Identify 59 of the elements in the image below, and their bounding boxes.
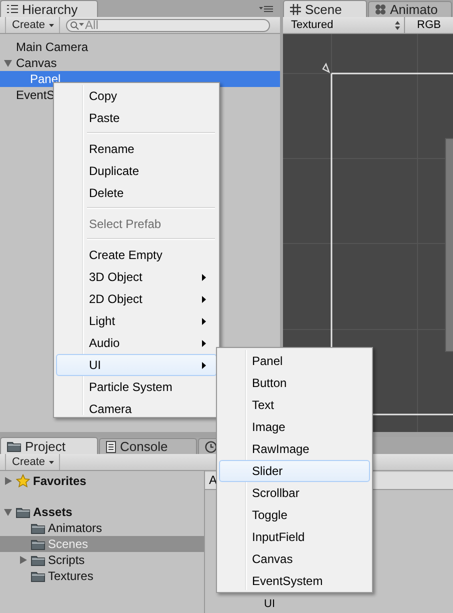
- menu-item[interactable]: Button: [219, 372, 370, 394]
- folder-icon: [7, 440, 21, 452]
- menu-item[interactable]: Particle System: [56, 376, 217, 398]
- menu-item[interactable]: Canvas: [219, 548, 370, 570]
- tab[interactable]: Console: [99, 438, 197, 454]
- menu-item[interactable]: Camera: [56, 398, 217, 420]
- menu-item[interactable]: InputField: [219, 526, 370, 548]
- menu-item[interactable]: RawImage: [219, 438, 370, 460]
- menu-item[interactable]: Delete: [56, 182, 217, 204]
- menu-item[interactable]: Paste: [56, 107, 217, 129]
- menu-item[interactable]: Audio: [56, 332, 217, 354]
- tree-item[interactable]: Canvas: [0, 55, 280, 71]
- nodes-icon: [375, 4, 386, 15]
- caret-icon: [49, 24, 54, 26]
- menu-item[interactable]: 3D Object: [56, 266, 217, 288]
- star-icon: [16, 474, 30, 488]
- clock-icon: [205, 440, 217, 452]
- tab[interactable]: Scene: [283, 0, 367, 17]
- folder-icon: [31, 538, 45, 550]
- tree-item[interactable]: Scripts: [0, 552, 204, 568]
- menu-item[interactable]: UI: [56, 354, 217, 376]
- menu-item[interactable]: Light: [56, 310, 217, 332]
- folder-icon: [31, 554, 45, 566]
- search-field[interactable]: All: [66, 18, 270, 32]
- asset-label[interactable]: UI: [264, 598, 275, 610]
- tab[interactable]: Animato: [368, 1, 452, 17]
- triangle-icon[interactable]: [322, 62, 330, 74]
- tree-item[interactable]: Textures: [0, 568, 204, 584]
- menu-item[interactable]: EventSystem: [219, 570, 370, 592]
- updown-icon: [395, 20, 400, 30]
- menu-item[interactable]: Text: [219, 394, 370, 416]
- hierarchy-tab[interactable]: Hierarchy: [0, 0, 98, 17]
- folder-icon: [31, 522, 45, 534]
- shading-dropdown[interactable]: Textured: [283, 17, 405, 33]
- menu-item[interactable]: Slider: [219, 460, 370, 482]
- menu-item[interactable]: Copy: [56, 85, 217, 107]
- folder-icon: [16, 506, 30, 518]
- menu-item[interactable]: Create Empty: [56, 244, 217, 266]
- create-button[interactable]: Create: [5, 17, 60, 33]
- search-icon: [70, 20, 84, 30]
- document-icon: [106, 440, 116, 452]
- menu-item[interactable]: Image: [219, 416, 370, 438]
- tab[interactable]: Project: [0, 437, 98, 454]
- tree-item[interactable]: Favorites: [0, 473, 204, 489]
- menu-item[interactable]: Duplicate: [56, 160, 217, 182]
- menu-item[interactable]: Toggle: [219, 504, 370, 526]
- menu-item[interactable]: 2D Object: [56, 288, 217, 310]
- menu-item[interactable]: Rename: [56, 138, 217, 160]
- caret-icon: [49, 460, 54, 464]
- create-button[interactable]: Create: [5, 454, 60, 470]
- folder-icon: [31, 570, 45, 582]
- grid-icon: [290, 4, 301, 14]
- menu-item[interactable]: Panel: [219, 350, 370, 372]
- tree-item[interactable]: Assets: [0, 504, 204, 520]
- channel-dropdown[interactable]: RGB: [405, 19, 441, 31]
- tree-item[interactable]: Main Camera: [0, 39, 280, 55]
- options-icon: [259, 5, 273, 13]
- tree-item[interactable]: Animators: [0, 520, 204, 536]
- list-icon: [7, 4, 18, 14]
